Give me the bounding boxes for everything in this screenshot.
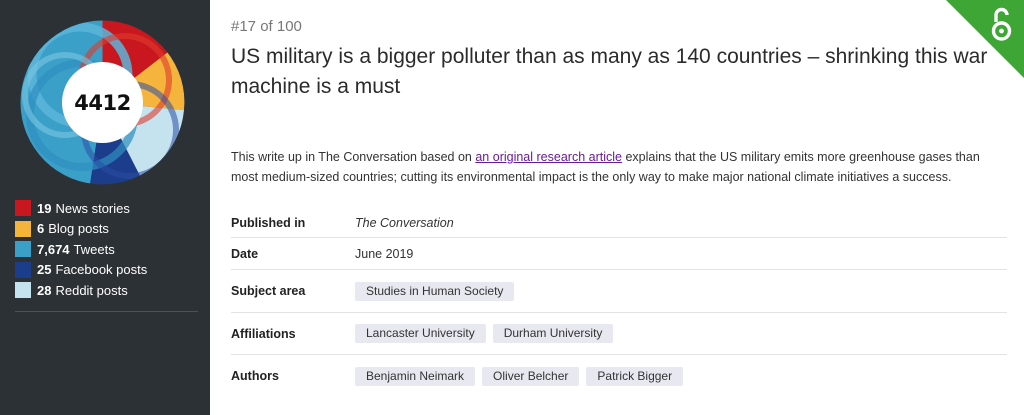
meta-row-published: Published in The Conversation bbox=[231, 208, 1007, 238]
tweet-swatch bbox=[15, 241, 31, 258]
mention-legend: 19 News stories 6 Blog posts 7,674 Tweet… bbox=[15, 198, 200, 301]
meta-row-subject: Subject area Studies in Human Society bbox=[231, 270, 1007, 313]
published-label: Published in bbox=[231, 215, 306, 230]
legend-label: News stories bbox=[55, 200, 130, 216]
subject-tags: Studies in Human Society bbox=[355, 281, 515, 301]
article-panel: #17 of 100 US military is a bigger pollu… bbox=[231, 0, 1007, 415]
author-tag[interactable]: Benjamin Neimark bbox=[355, 366, 476, 386]
subject-label: Subject area bbox=[231, 284, 306, 298]
legend-count: 6 bbox=[37, 221, 45, 237]
legend-item-blogs[interactable]: 6 Blog posts bbox=[15, 219, 200, 240]
article-description: This write up in The Conversation based … bbox=[231, 147, 1001, 187]
legend-label: Reddit posts bbox=[55, 282, 128, 298]
open-access-lock-icon[interactable] bbox=[946, 0, 1024, 78]
published-value: The Conversation bbox=[355, 215, 454, 230]
author-tag[interactable]: Patrick Bigger bbox=[586, 366, 684, 386]
rank-label: #17 of 100 bbox=[231, 18, 302, 35]
facebook-swatch bbox=[15, 261, 31, 278]
sidebar-divider bbox=[15, 311, 198, 312]
attention-score: 4412 bbox=[74, 90, 131, 115]
legend-count: 7,674 bbox=[37, 241, 70, 257]
affiliation-tags: Lancaster University Durham University bbox=[355, 324, 614, 343]
attention-donut[interactable]: 4412 bbox=[20, 20, 185, 185]
original-research-link[interactable]: an original research article bbox=[475, 150, 622, 164]
author-tags: Benjamin Neimark Oliver Belcher Patrick … bbox=[355, 366, 684, 386]
legend-label: Tweets bbox=[73, 241, 115, 257]
affiliation-tag[interactable]: Lancaster University bbox=[355, 324, 486, 343]
legend-label: Blog posts bbox=[48, 221, 109, 237]
affiliations-label: Affiliations bbox=[231, 326, 296, 341]
subject-tag[interactable]: Studies in Human Society bbox=[355, 281, 515, 301]
legend-count: 25 bbox=[37, 262, 52, 278]
affiliation-tag[interactable]: Durham University bbox=[492, 324, 614, 343]
metadata-table: Published in The Conversation Date June … bbox=[231, 208, 1007, 397]
news-swatch bbox=[15, 200, 31, 217]
meta-row-date: Date June 2019 bbox=[231, 238, 1007, 270]
legend-label: Facebook posts bbox=[55, 262, 148, 278]
reddit-swatch bbox=[15, 282, 31, 299]
meta-row-authors: Authors Benjamin Neimark Oliver Belcher … bbox=[231, 355, 1007, 397]
legend-item-tweets[interactable]: 7,674 Tweets bbox=[15, 239, 200, 260]
blog-swatch bbox=[15, 220, 31, 237]
score-badge: 4412 bbox=[62, 62, 143, 143]
legend-item-reddit[interactable]: 28 Reddit posts bbox=[15, 280, 200, 301]
meta-row-affiliations: Affiliations Lancaster University Durham… bbox=[231, 313, 1007, 355]
date-label: Date bbox=[231, 246, 259, 261]
legend-count: 28 bbox=[37, 282, 52, 298]
description-text-pre: This write up in The Conversation based … bbox=[231, 150, 476, 164]
legend-item-facebook[interactable]: 25 Facebook posts bbox=[15, 260, 200, 281]
legend-item-news[interactable]: 19 News stories bbox=[15, 198, 200, 219]
author-tag[interactable]: Oliver Belcher bbox=[482, 366, 580, 386]
date-value: June 2019 bbox=[355, 246, 414, 261]
sidebar: 4412 19 News stories 6 Blog posts 7,674 … bbox=[0, 0, 210, 415]
article-title[interactable]: US military is a bigger polluter than as… bbox=[231, 42, 991, 102]
authors-label: Authors bbox=[231, 369, 279, 383]
legend-count: 19 bbox=[37, 200, 52, 216]
